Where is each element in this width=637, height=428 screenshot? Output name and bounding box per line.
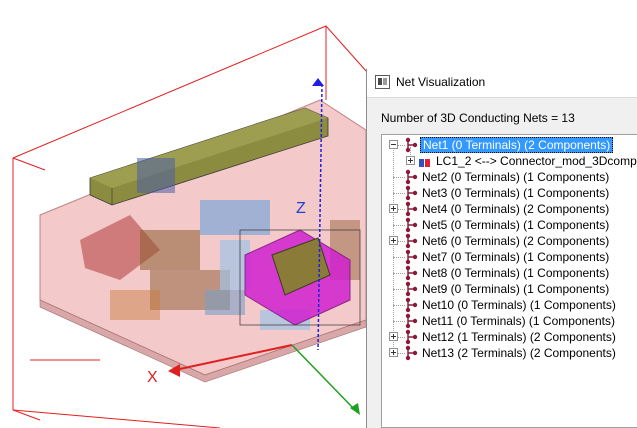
- net-label[interactable]: Net12 (1 Terminals) (2 Components): [420, 329, 618, 345]
- net-tree-item[interactable]: Net1 (0 Terminals) (2 Components): [382, 137, 637, 153]
- component-pair-icon: [419, 156, 431, 167]
- net-tree-item[interactable]: Net11 (0 Terminals) (1 Components): [382, 313, 637, 329]
- net-tree-item[interactable]: Net8 (0 Terminals) (1 Components): [382, 265, 637, 281]
- net-icon: [404, 265, 418, 281]
- net-tree-item[interactable]: Net2 (0 Terminals) (1 Components): [382, 169, 637, 185]
- net-tree-item[interactable]: Net12 (1 Terminals) (2 Components): [382, 329, 637, 345]
- net-label[interactable]: Net10 (0 Terminals) (1 Components): [420, 297, 618, 313]
- net-tree-item[interactable]: Net9 (0 Terminals) (1 Components): [382, 281, 637, 297]
- expand-icon[interactable]: [389, 332, 398, 341]
- net-tree-item[interactable]: Net4 (0 Terminals) (2 Components): [382, 201, 637, 217]
- net-count-label: Number of 3D Conducting Nets = 13: [381, 111, 575, 125]
- net-label[interactable]: Net1 (0 Terminals) (2 Components): [420, 137, 614, 153]
- net-icon: [404, 345, 418, 361]
- net-icon: [404, 169, 418, 185]
- net-child-item[interactable]: LC1_2 <--> Connector_mod_3Dcomp1: [382, 147, 637, 169]
- net-icon: [404, 249, 418, 265]
- net-tree-item[interactable]: Net3 (0 Terminals) (1 Components): [382, 185, 637, 201]
- net-label[interactable]: Net8 (0 Terminals) (1 Components): [420, 265, 611, 281]
- net-icon: [404, 233, 418, 249]
- net-icon: [404, 313, 418, 329]
- net-visualization-panel: Net Visualization Number of 3D Conductin…: [366, 69, 637, 428]
- net-tree-item[interactable]: Net10 (0 Terminals) (1 Components): [382, 297, 637, 313]
- net-label[interactable]: Net5 (0 Terminals) (1 Components): [420, 217, 611, 233]
- net-tree-item[interactable]: Net6 (0 Terminals) (2 Components): [382, 233, 637, 249]
- net-tree-item[interactable]: Net5 (0 Terminals) (1 Components): [382, 217, 637, 233]
- x-axis-label: X: [147, 369, 158, 386]
- net-label[interactable]: Net11 (0 Terminals) (1 Components): [420, 313, 617, 329]
- net-label[interactable]: Net9 (0 Terminals) (1 Components): [420, 281, 611, 297]
- net-icon: [404, 281, 418, 297]
- collapse-icon[interactable]: [389, 140, 398, 149]
- net-label[interactable]: Net4 (0 Terminals) (2 Components): [420, 201, 611, 217]
- z-axis-label: Z: [296, 200, 306, 217]
- net-tree[interactable]: Net1 (0 Terminals) (2 Components) LC1_2 <…: [381, 134, 637, 428]
- net-label[interactable]: Net2 (0 Terminals) (1 Components): [420, 169, 611, 185]
- expand-icon[interactable]: [389, 348, 398, 357]
- expand-icon[interactable]: [406, 156, 415, 165]
- net-icon: [404, 329, 418, 345]
- window-icon: [375, 75, 390, 89]
- expand-icon[interactable]: [389, 204, 398, 213]
- net-icon: [404, 137, 418, 153]
- expand-icon[interactable]: [389, 236, 398, 245]
- component-pair-label[interactable]: LC1_2 <--> Connector_mod_3Dcomp1: [434, 153, 637, 169]
- net-tree-item[interactable]: Net7 (0 Terminals) (1 Components): [382, 249, 637, 265]
- net-label[interactable]: Net3 (0 Terminals) (1 Components): [420, 185, 611, 201]
- net-label[interactable]: Net6 (0 Terminals) (2 Components): [420, 233, 611, 249]
- net-label[interactable]: Net13 (2 Terminals) (2 Components): [420, 345, 618, 361]
- net-label[interactable]: Net7 (0 Terminals) (1 Components): [420, 249, 611, 265]
- net-icon: [404, 217, 418, 233]
- panel-titlebar[interactable]: Net Visualization: [367, 69, 637, 98]
- net-icon: [404, 185, 418, 201]
- panel-title: Net Visualization: [396, 75, 486, 89]
- net-tree-item[interactable]: Net13 (2 Terminals) (2 Components): [382, 345, 637, 361]
- net-icon: [404, 201, 418, 217]
- net-icon: [404, 297, 418, 313]
